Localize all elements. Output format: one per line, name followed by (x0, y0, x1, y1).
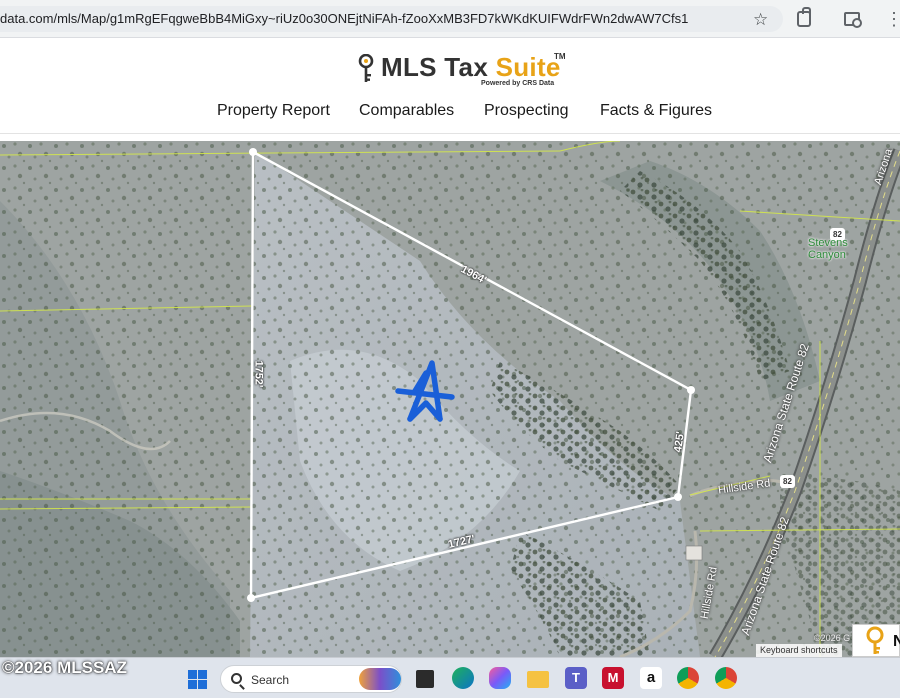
nav-facts-figures[interactable]: Facts & Figures (600, 102, 712, 120)
windows-start-icon[interactable] (188, 670, 207, 689)
edge-icon[interactable] (452, 667, 474, 689)
logo-trademark: TM (554, 52, 566, 61)
mcafee-icon[interactable]: M (602, 667, 624, 689)
windows-taskbar: ©2026 MLSSAZ Search T M a (0, 657, 900, 698)
logo-accent: Suite (495, 52, 561, 82)
mls-tax-suite-logo[interactable]: MLS Tax Suite TM Powered by CRS Data (357, 50, 577, 90)
taskbar-search[interactable]: Search (220, 665, 402, 693)
corner-badge[interactable]: N (852, 624, 900, 657)
amazon-icon[interactable]: a (640, 667, 662, 689)
search-highlight-icon (359, 668, 401, 690)
mls-watermark: ©2026 MLSSAZ (2, 658, 127, 677)
logo-powered-by: Powered by CRS Data (481, 80, 555, 87)
task-view-icon[interactable] (416, 670, 434, 688)
search-label: Search (251, 673, 290, 687)
key-badge-icon (866, 626, 884, 654)
more-icon[interactable]: ⋮ (885, 10, 900, 30)
nav-prospecting[interactable]: Prospecting (484, 102, 569, 120)
keyboard-shortcuts-link[interactable]: Keyboard shortcuts (756, 644, 842, 657)
logo-wordmark: MLS Tax Suite (381, 52, 561, 83)
url-text[interactable]: data.com/mls/Map/g1mRgEFqgweBbB4MiGxy~ri… (0, 11, 688, 26)
chrome-profile-icon[interactable] (715, 667, 737, 689)
place-label-stevens-canyon: Stevens Canyon (808, 237, 848, 261)
teams-icon[interactable]: T (565, 667, 587, 689)
lens-icon[interactable] (844, 12, 862, 28)
extensions-icon[interactable] (797, 7, 811, 27)
main-nav: Property Report Comparables Prospecting … (0, 102, 900, 126)
logo-main: MLS Tax (381, 52, 496, 82)
map-copyright: ©2026 G (814, 633, 851, 643)
search-icon (231, 673, 242, 684)
place-line-2: Canyon (808, 249, 846, 261)
badge-letter: N (893, 633, 900, 650)
site-header: MLS Tax Suite TM Powered by CRS Data Pro… (0, 38, 900, 134)
chrome-icon[interactable] (677, 667, 699, 689)
nav-property-report[interactable]: Property Report (217, 102, 330, 120)
place-line-1: Stevens (808, 237, 848, 249)
file-explorer-icon[interactable] (527, 671, 549, 688)
browser-toolbar: data.com/mls/Map/g1mRgEFqgweBbB4MiGxy~ri… (0, 0, 900, 38)
route-shield: 82 (780, 475, 795, 488)
satellite-map[interactable]: 1964' 425' 1727' 1752' Arizona Arizona S… (0, 141, 900, 657)
dimension-west: 1752' (252, 360, 265, 388)
copilot-icon[interactable] (489, 667, 511, 689)
key-icon (358, 54, 374, 82)
nav-comparables[interactable]: Comparables (359, 102, 454, 120)
address-bar[interactable]: data.com/mls/Map/g1mRgEFqgweBbB4MiGxy~ri… (0, 6, 783, 32)
bookmark-star-icon[interactable]: ☆ (753, 10, 768, 30)
